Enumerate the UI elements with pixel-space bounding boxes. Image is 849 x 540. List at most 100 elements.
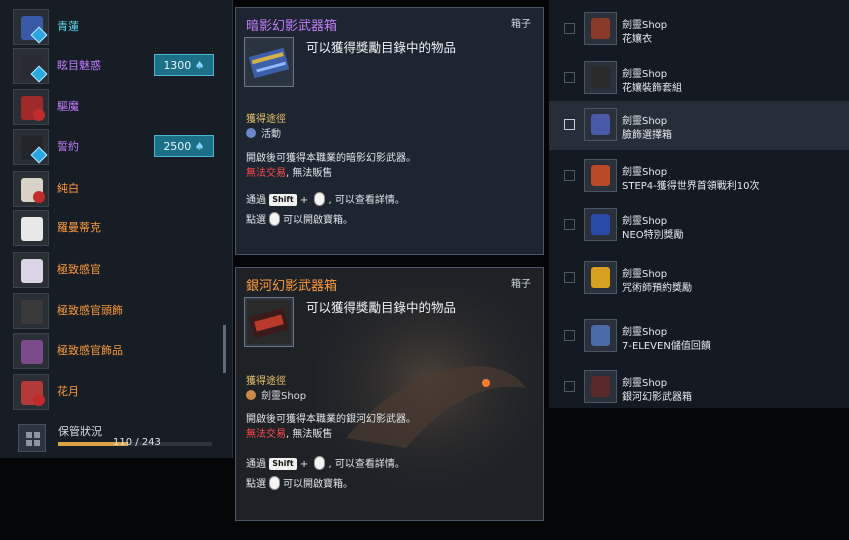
untradeable-text: 無法交易 xyxy=(246,429,286,440)
wardrobe-item-name: 花月 xyxy=(57,385,79,398)
wardrobe-item-name: 極致感官頭飾 xyxy=(57,304,123,317)
reward-checkbox[interactable] xyxy=(564,219,575,230)
wardrobe-item-name: 驅魔 xyxy=(57,100,79,113)
hint-suffix: , 可以查看詳情。 xyxy=(328,459,405,470)
reward-row[interactable]: 劍靈Shop 花孃裝飾套組 xyxy=(549,54,849,103)
reward-name: 花孃裝飾套組 xyxy=(622,83,682,94)
price-button[interactable]: 2500 ♠ xyxy=(154,135,214,157)
reward-source: 劍靈Shop xyxy=(622,269,668,280)
wardrobe-item-name: 青蓮 xyxy=(57,20,79,33)
face-accessory-box-icon xyxy=(584,108,617,141)
reward-row[interactable]: 劍靈Shop 咒術師預約獎勵 xyxy=(549,254,849,303)
tooltip-description: 可以獲得獎勵目錄中的物品 xyxy=(306,300,457,315)
reward-source: 劍靈Shop xyxy=(622,116,668,127)
source-heading: 獲得途徑 xyxy=(246,114,286,125)
red-armor-icon xyxy=(13,89,49,125)
event-icon xyxy=(246,128,256,138)
glasses-icon xyxy=(13,210,49,246)
gold-chest-icon xyxy=(584,261,617,294)
reward-checkbox[interactable] xyxy=(564,72,575,83)
wardrobe-item[interactable]: 羅曼蒂克 xyxy=(0,208,232,249)
wardrobe-item-name: 極致感官 xyxy=(57,263,101,276)
accessory-frame-icon xyxy=(13,333,49,369)
wardrobe-item[interactable]: 極致感官 xyxy=(0,250,232,291)
hint-suffix: , 可以查看詳情。 xyxy=(328,195,405,206)
dark-outfit-icon xyxy=(13,48,49,84)
hint-plus: + xyxy=(299,195,309,206)
storage-count: 110 / 243 xyxy=(113,437,161,448)
trade-status: 無法交易, 無法販售 xyxy=(246,425,332,440)
reward-checkbox[interactable] xyxy=(564,119,575,130)
unsellable-text: , 無法販售 xyxy=(286,429,333,440)
reward-source: 劍靈Shop xyxy=(622,20,668,31)
reward-name: NEO特別獎勵 xyxy=(622,230,684,241)
wardrobe-item-name: 純白 xyxy=(57,182,79,195)
reward-checkbox[interactable] xyxy=(564,170,575,181)
wardrobe-item[interactable]: 眩目魅惑 1300 ♠ xyxy=(0,46,232,87)
effect-text: 開啟後可獲得本職業的暗影幻影武器。 xyxy=(246,153,416,164)
headpiece-icon xyxy=(13,293,49,329)
hint-prefix: 通過 xyxy=(246,195,266,206)
grid-view-button[interactable] xyxy=(18,424,46,452)
shadow-weapon-box-icon xyxy=(584,319,617,352)
reward-source: 劍靈Shop xyxy=(622,167,668,178)
lock-badge-icon xyxy=(33,109,45,121)
source-text: 活動 xyxy=(261,129,281,140)
tooltip-title: 暗影幻影武器箱 xyxy=(246,19,338,34)
reward-checkbox[interactable] xyxy=(564,381,575,392)
wardrobe-item[interactable]: 誓約 2500 ♠ xyxy=(0,127,232,168)
wardrobe-item-name: 極致感官飾品 xyxy=(57,344,123,357)
tooltip-title: 銀河幻影武器箱 xyxy=(246,279,338,294)
source-heading: 獲得途徑 xyxy=(246,376,286,387)
reward-row[interactable]: 劍靈Shop 花孃衣 xyxy=(549,5,849,54)
wardrobe-panel: 青蓮眩目魅惑 1300 ♠ 驅魔誓約 2500 ♠ 純白羅曼蒂克極致感官極致感官頭飾 極致… xyxy=(0,0,233,458)
wardrobe-item[interactable]: 極致感官飾品 xyxy=(0,331,232,372)
galaxy-weapon-box-icon xyxy=(584,370,617,403)
shift-hint: 通過 Shift + , 可以查看詳情。 xyxy=(246,455,405,470)
floral-dress-icon xyxy=(13,374,49,410)
reward-name: 臉飾選擇箱 xyxy=(622,130,672,141)
wardrobe-item[interactable]: 青蓮 xyxy=(0,7,232,48)
wardrobe-item-name: 眩目魅惑 xyxy=(57,59,101,72)
mouse-icon xyxy=(314,192,326,206)
reward-row[interactable]: 劍靈Shop STEP4-獲得世界首領戰利10次 xyxy=(549,152,849,201)
reward-name: 銀河幻影武器箱 xyxy=(622,392,692,403)
reward-source: 劍靈Shop xyxy=(622,69,668,80)
reward-checkbox[interactable] xyxy=(564,23,575,34)
source-line: 活動 xyxy=(246,125,281,140)
open-prefix: 點選 xyxy=(246,479,266,490)
untradeable-text: 無法交易 xyxy=(246,168,286,179)
diamond-icon: ♠ xyxy=(191,140,205,153)
tooltip-galaxy-weapon-box: 銀河幻影武器箱 箱子 可以獲得獎勵目錄中的物品 獲得途徑 劍靈Shop 開啟後可… xyxy=(235,267,544,521)
scrollbar-thumb[interactable] xyxy=(223,325,226,373)
reward-source: 劍靈Shop xyxy=(622,216,668,227)
wardrobe-item[interactable]: 花月 xyxy=(0,372,232,413)
wardrobe-item[interactable]: 極致感官頭飾 xyxy=(0,291,232,332)
open-suffix: 可以開啟寶箱。 xyxy=(283,215,353,226)
wardrobe-item[interactable]: 驅魔 xyxy=(0,87,232,128)
storage-footer: 保管狀況 110 / 243 xyxy=(0,418,232,458)
wardrobe-item[interactable]: 純白 xyxy=(0,169,232,210)
reward-row[interactable]: 劍靈Shop NEO特別獎勵 xyxy=(549,201,849,250)
storage-label: 保管狀況 xyxy=(58,425,102,438)
mouse-icon xyxy=(314,456,326,470)
red-robe-icon xyxy=(584,12,617,45)
source-text: 劍靈Shop xyxy=(261,391,307,402)
reward-checkbox[interactable] xyxy=(564,330,575,341)
reward-checkbox[interactable] xyxy=(564,272,575,283)
price-value: 1300 xyxy=(163,59,192,72)
reward-name: 花孃衣 xyxy=(622,34,652,45)
wardrobe-item-name: 羅曼蒂克 xyxy=(57,221,101,234)
reward-name: 咒術師預約獎勵 xyxy=(622,283,692,294)
mouse-icon xyxy=(269,476,280,490)
reward-row[interactable]: 劍靈Shop 銀河幻影武器箱 xyxy=(549,363,849,412)
blue-coat-icon xyxy=(584,208,617,241)
white-outfit-icon xyxy=(13,171,49,207)
reward-source: 劍靈Shop xyxy=(622,327,668,338)
blue-coat-icon xyxy=(13,9,49,45)
price-button[interactable]: 1300 ♠ xyxy=(154,54,214,76)
reward-list-panel: 劍靈Shop 花孃衣 劍靈Shop 花孃裝飾套組 劍靈Shop 臉飾選擇箱 劍靈Shop ST… xyxy=(549,0,849,408)
reward-row[interactable]: 劍靈Shop 7-ELEVEN儲值回饋 xyxy=(549,312,849,361)
reward-source: 劍靈Shop xyxy=(622,378,668,389)
reward-row[interactable]: 劍靈Shop 臉飾選擇箱 xyxy=(549,101,849,150)
